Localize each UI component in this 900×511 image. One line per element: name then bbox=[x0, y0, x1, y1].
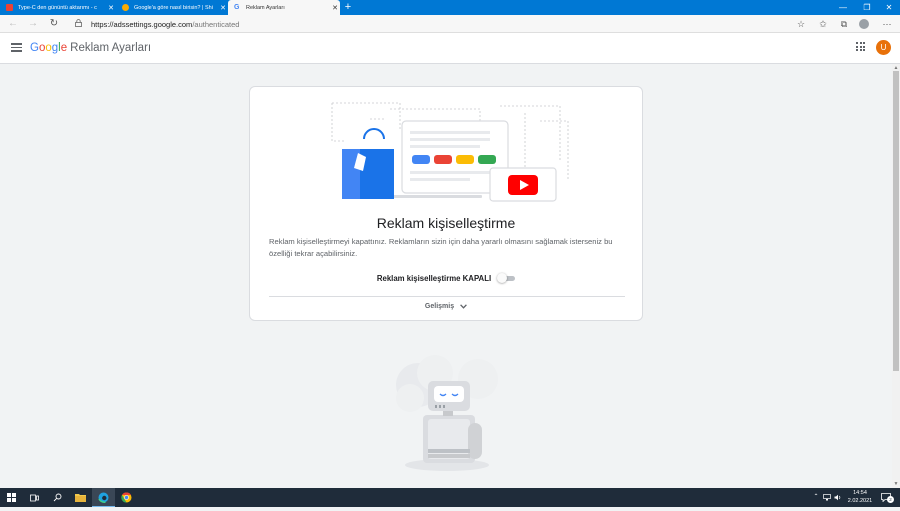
page-scrollbar[interactable]: ▲ ▼ bbox=[892, 64, 900, 488]
close-icon[interactable]: ✕ bbox=[106, 4, 116, 12]
start-button[interactable] bbox=[0, 488, 23, 507]
advanced-label: Gelişmiş bbox=[424, 303, 455, 310]
task-view-icon[interactable] bbox=[23, 488, 46, 507]
lock-icon[interactable] bbox=[75, 19, 85, 29]
restore-button[interactable]: ❐ bbox=[855, 0, 879, 15]
system-clock[interactable]: 14:54 2.02.2021 bbox=[842, 490, 878, 505]
new-tab-button[interactable]: + bbox=[342, 0, 354, 15]
google-logo: Google bbox=[30, 42, 67, 54]
close-icon[interactable]: ✕ bbox=[218, 4, 228, 12]
personalization-toggle-row: Reklam kişiselleştirme KAPALI bbox=[250, 273, 642, 283]
toggle-label: Reklam kişiselleştirme KAPALI bbox=[376, 273, 492, 283]
robot-illustration bbox=[396, 355, 498, 471]
ad-personalization-card: Reklam kişiselleştirme Reklam kişiselleş… bbox=[249, 86, 643, 321]
app-header: Google Reklam Ayarları bbox=[0, 33, 900, 64]
collections-icon[interactable]: ⧉ bbox=[837, 17, 851, 31]
tab-type-c[interactable]: Type-C den gününtü aktarımı - c ✕ bbox=[0, 0, 116, 15]
app-title[interactable]: Google Reklam Ayarları bbox=[30, 41, 151, 55]
favorites-icon[interactable]: ✩ bbox=[816, 17, 830, 31]
chrome-icon[interactable] bbox=[115, 488, 138, 507]
network-icon[interactable] bbox=[822, 488, 832, 507]
tab-favicon-icon bbox=[122, 4, 129, 11]
minimize-button[interactable]: — bbox=[831, 0, 855, 15]
clock-date: 2.02.2021 bbox=[847, 497, 873, 504]
product-name: Reklam Ayarları bbox=[70, 42, 152, 54]
url-path: /authenticated bbox=[192, 19, 240, 29]
scrollbar-thumb[interactable] bbox=[893, 71, 899, 371]
hamburger-menu-icon[interactable] bbox=[11, 43, 22, 52]
tab-title: Type-C den gününtü aktarımı - c bbox=[18, 4, 97, 11]
card-description: Reklam kişiselleştirmeyi kapattınız. Rek… bbox=[269, 237, 613, 258]
file-explorer-icon[interactable] bbox=[69, 488, 92, 507]
notification-count: 2 bbox=[887, 496, 894, 503]
card-divider bbox=[269, 296, 625, 297]
notification-center-icon[interactable]: 2 bbox=[879, 488, 894, 507]
windows-taskbar: ⌃ 14:54 2.02.2021 2 bbox=[0, 488, 900, 507]
close-icon[interactable]: ✕ bbox=[330, 4, 340, 12]
advanced-expander[interactable]: Gelişmiş bbox=[250, 303, 642, 310]
windows-logo-icon bbox=[7, 493, 16, 502]
avatar[interactable]: U bbox=[876, 40, 891, 55]
tray-expand-icon[interactable]: ⌃ bbox=[811, 488, 821, 507]
card-title: Reklam kişiselleştirme bbox=[376, 215, 516, 231]
close-window-button[interactable]: ✕ bbox=[877, 0, 900, 15]
refresh-button[interactable]: ↻ bbox=[47, 17, 61, 31]
ads-illustration bbox=[331, 102, 569, 202]
url-host: https://adssettings.google.com bbox=[91, 19, 193, 29]
address-bar-row: ← → ↻ https://adssettings.google.com/aut… bbox=[0, 15, 900, 33]
forward-button[interactable]: → bbox=[26, 17, 40, 31]
search-icon[interactable] bbox=[46, 488, 69, 507]
page-content: Reklam kişiselleştirme Reklam kişiselleş… bbox=[0, 64, 892, 488]
browser-tab-bar: Type-C den gününtü aktarımı - c ✕ Google… bbox=[0, 0, 900, 15]
tab-google-quiz[interactable]: Google'a göre nasıl birisin? | Shi ✕ bbox=[116, 0, 228, 15]
logo-letter: G bbox=[30, 42, 39, 54]
clock-time: 14:54 bbox=[853, 490, 867, 496]
url-field[interactable]: https://adssettings.google.com/authentic… bbox=[72, 17, 784, 31]
tab-title: Google'a göre nasıl birisin? | Shi bbox=[134, 4, 213, 11]
profile-icon[interactable] bbox=[859, 19, 869, 29]
personalization-toggle[interactable] bbox=[497, 273, 516, 283]
apps-grid-icon[interactable] bbox=[856, 42, 865, 51]
google-g-icon: G bbox=[234, 4, 240, 11]
logo-letter: e bbox=[60, 42, 68, 54]
tab-title: Reklam Ayarları bbox=[246, 4, 285, 11]
add-favorite-icon[interactable]: ☆ bbox=[794, 17, 808, 31]
more-icon[interactable]: ⋯ bbox=[880, 17, 894, 31]
chevron-down-icon bbox=[460, 304, 467, 309]
tab-reklam-ayarlari[interactable]: G Reklam Ayarları ✕ bbox=[228, 0, 340, 15]
edge-browser-icon[interactable] bbox=[92, 488, 115, 507]
tab-favicon-icon bbox=[6, 4, 13, 11]
back-button[interactable]: ← bbox=[6, 17, 20, 31]
